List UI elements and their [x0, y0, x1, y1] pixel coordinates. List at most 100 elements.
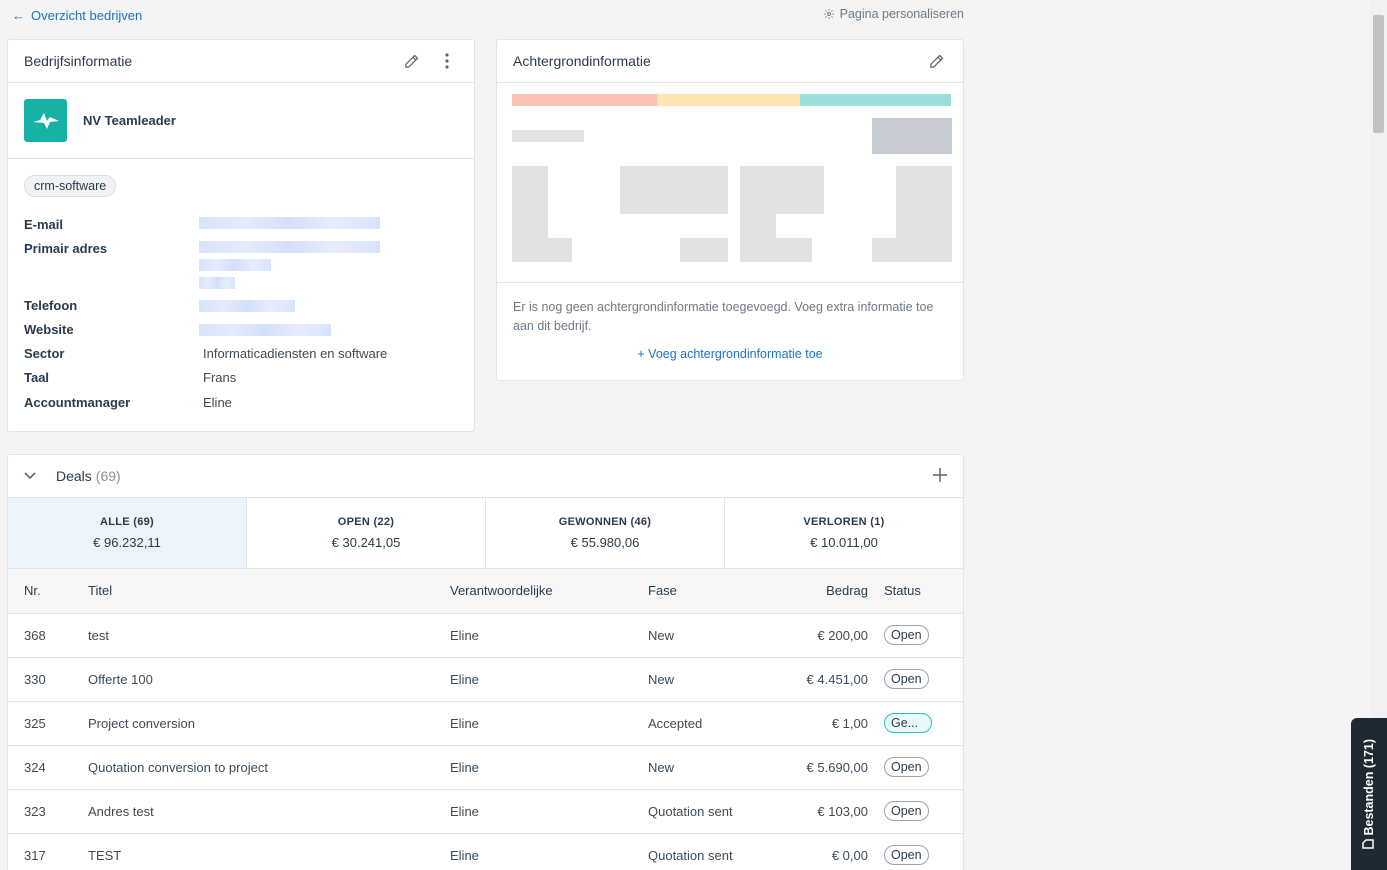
tab-label: ALLE (69) — [99, 516, 155, 528]
file-icon — [1362, 839, 1374, 849]
deal-nr: 317 — [8, 833, 88, 870]
account-manager-value: Eline — [203, 395, 232, 410]
deal-amount: € 0,00 — [778, 833, 884, 870]
deal-phase: Quotation sent — [648, 833, 778, 870]
deal-title[interactable]: TEST — [88, 833, 450, 870]
table-row[interactable]: 317 TEST Eline Quotation sent € 0,00 Ope… — [8, 833, 963, 870]
tab-value: € 30.241,05 — [331, 535, 401, 550]
chevron-down-icon[interactable] — [24, 469, 42, 483]
address-line-1-redacted — [199, 241, 380, 253]
status-badge: Open — [884, 845, 929, 865]
deal-phase: New — [648, 745, 778, 790]
deal-title[interactable]: Offerte 100 — [88, 657, 450, 702]
email-label: E-mail — [24, 217, 64, 232]
deal-status-cell: Open — [884, 613, 963, 658]
deal-phase: Quotation sent — [648, 789, 778, 834]
placeholder-block — [740, 166, 824, 214]
company-tag[interactable]: crm-software — [24, 175, 117, 197]
deals-title: Deals — [56, 468, 92, 484]
column-header-responsible[interactable]: Verantwoordelijke — [450, 569, 648, 614]
deal-nr: 323 — [8, 789, 88, 834]
deals-count: (69) — [95, 468, 121, 484]
placeholder-block — [872, 118, 952, 154]
column-header-amount[interactable]: Bedrag — [778, 569, 884, 614]
personalize-page-button[interactable]: Pagina personaliseren — [823, 7, 964, 21]
column-header-status[interactable]: Status — [884, 569, 963, 614]
company-logo — [24, 99, 67, 142]
language-label: Taal — [24, 370, 50, 385]
deal-phase: New — [648, 657, 778, 702]
background-card-title: Achtergrondinformatie — [513, 53, 651, 69]
back-to-companies-link[interactable]: ← Overzicht bedrijven — [12, 8, 142, 23]
deal-amount: € 5.690,00 — [778, 745, 884, 790]
deal-title[interactable]: Quotation conversion to project — [88, 745, 450, 790]
gear-icon — [823, 9, 834, 19]
phone-label: Telefoon — [24, 298, 78, 313]
deal-amount: € 1,00 — [778, 701, 884, 746]
back-link-label: Overzicht bedrijven — [31, 8, 143, 23]
placeholder-block — [620, 166, 728, 214]
table-row[interactable]: 325 Project conversion Eline Accepted € … — [8, 701, 963, 746]
column-header-phase[interactable]: Fase — [648, 569, 778, 614]
tab-value: € 96.232,11 — [93, 535, 161, 550]
address-line-3-redacted — [199, 277, 235, 289]
placeholder-block — [776, 238, 812, 262]
column-header-title[interactable]: Titel — [88, 569, 450, 614]
email-value-redacted — [199, 217, 380, 229]
company-card-title: Bedrijfsinformatie — [24, 53, 133, 69]
deal-responsible: Eline — [450, 613, 648, 658]
files-tab-label: Bestanden (171) — [1362, 739, 1376, 849]
scrollbar-thumb[interactable] — [1373, 15, 1384, 133]
deals-header: Deals (69) — [8, 455, 963, 498]
deal-status-cell: Open — [884, 745, 963, 790]
placeholder-block — [680, 238, 728, 262]
table-row[interactable]: 368 test Eline New € 200,00 Open — [8, 613, 963, 658]
status-badge: Open — [884, 625, 929, 645]
deal-responsible: Eline — [450, 657, 648, 702]
address-label: Primair adres — [24, 241, 108, 256]
address-line-2-redacted — [199, 259, 271, 271]
tab-lost[interactable]: VERLOREN (1) € 10.011,00 — [725, 498, 963, 568]
table-row[interactable]: 330 Offerte 100 Eline New € 4.451,00 Ope… — [8, 657, 963, 702]
deal-responsible: Eline — [450, 833, 648, 870]
edit-background-button[interactable] — [925, 50, 947, 72]
tab-label: GEWONNEN (46) — [558, 516, 652, 528]
column-header-nr[interactable]: Nr. — [8, 569, 88, 614]
more-options-button[interactable] — [436, 50, 458, 72]
add-background-button[interactable]: + Voeg achtergrondinformatie toe — [497, 347, 963, 361]
tab-open[interactable]: OPEN (22) € 30.241,05 — [247, 498, 486, 568]
pulse-logo-icon — [32, 112, 59, 129]
company-name: NV Teamleader — [83, 113, 176, 128]
deal-phase: Accepted — [648, 701, 778, 746]
table-row[interactable]: 323 Andres test Eline Quotation sent € 1… — [8, 789, 963, 834]
tab-all[interactable]: ALLE (69) € 96.232,11 — [8, 498, 247, 568]
website-label: Website — [24, 322, 74, 337]
top-bar: ← Overzicht bedrijven Pagina personalise… — [0, 0, 980, 34]
tab-won[interactable]: GEWONNEN (46) € 55.980,06 — [486, 498, 725, 568]
edit-company-button[interactable] — [400, 50, 422, 72]
deal-nr: 330 — [8, 657, 88, 702]
placeholder-block — [512, 130, 584, 142]
plus-icon: + — [637, 347, 649, 361]
color-bar-segment-3 — [800, 94, 951, 106]
deal-responsible: Eline — [450, 701, 648, 746]
divider — [497, 282, 963, 283]
deal-amount: € 200,00 — [778, 613, 884, 658]
tab-value: € 10.011,00 — [810, 535, 878, 550]
status-badge: Open — [884, 757, 929, 777]
deal-title[interactable]: test — [88, 613, 450, 658]
background-card-header: Achtergrondinformatie — [497, 40, 963, 83]
files-side-tab[interactable]: Bestanden (171) — [1351, 718, 1387, 870]
personalize-label: Pagina personaliseren — [839, 7, 964, 21]
deal-title[interactable]: Andres test — [88, 789, 450, 834]
deal-nr: 368 — [8, 613, 88, 658]
table-row[interactable]: 324 Quotation conversion to project Elin… — [8, 745, 963, 790]
deal-amount: € 103,00 — [778, 789, 884, 834]
tab-value: € 55.980,06 — [570, 535, 640, 550]
sector-label: Sector — [24, 346, 65, 361]
background-info-card: Achtergrondinformatie Er is nog geen ach… — [496, 39, 964, 381]
add-deal-button[interactable] — [933, 466, 947, 486]
deal-title[interactable]: Project conversion — [88, 701, 450, 746]
placeholder-block — [512, 238, 572, 262]
add-background-label: Voeg achtergrondinformatie toe — [648, 347, 823, 361]
